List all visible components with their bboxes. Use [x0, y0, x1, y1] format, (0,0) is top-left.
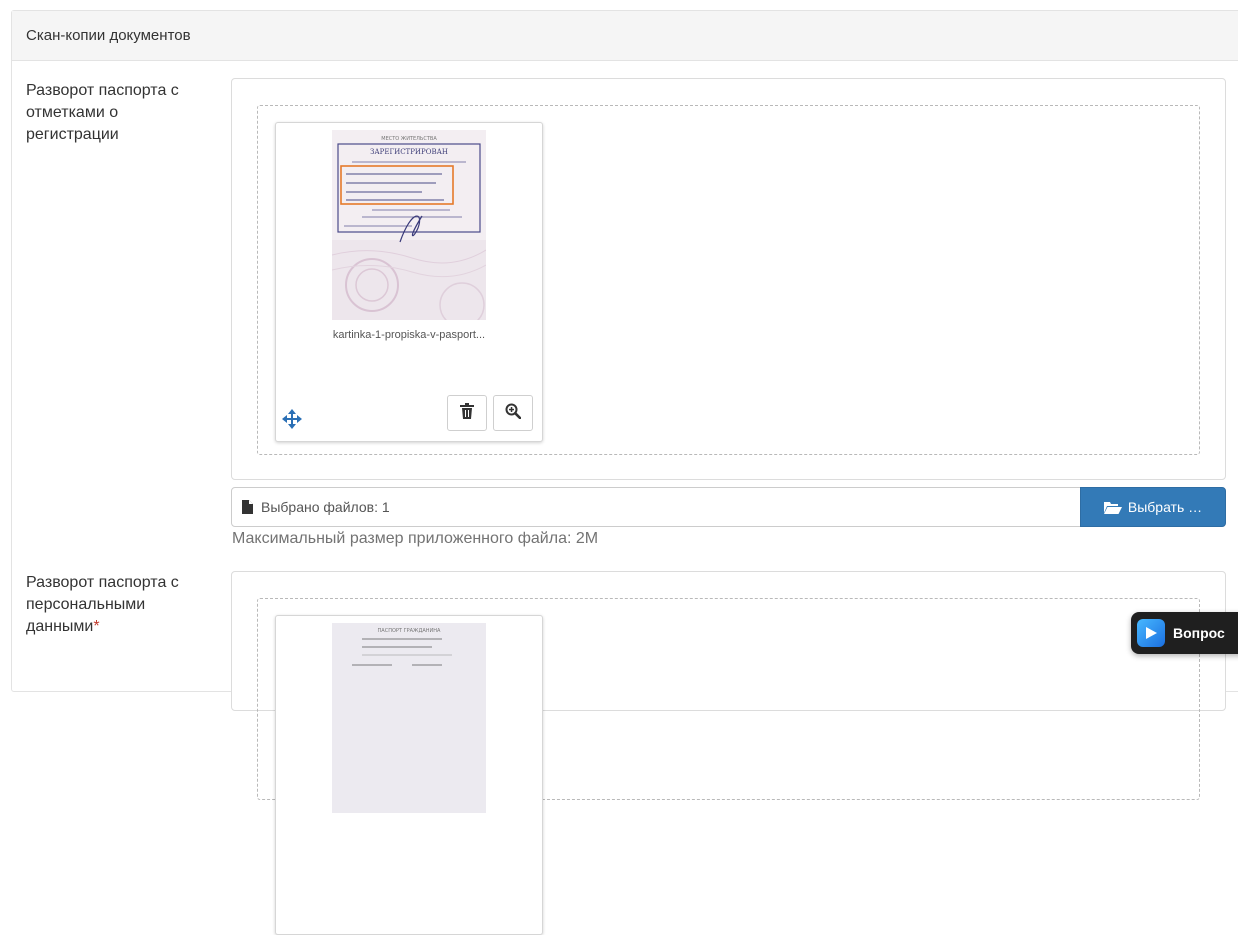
field-label-text: Разворот паспорта с персональными данным…	[26, 574, 179, 635]
file-preview-box: МЕСТО ЖИТЕЛЬСТВА ЗАРЕГИСТРИРОВАН kartink…	[231, 78, 1226, 480]
file-preview-box-2: ПАСПОРТ ГРАЖДАНИНА	[231, 571, 1226, 935]
file-thumbnail-card: МЕСТО ЖИТЕЛЬСТВА ЗАРЕГИСТРИРОВАН kartink…	[275, 122, 543, 442]
browse-button[interactable]: Выбрать …	[1080, 487, 1226, 527]
field-label-registration: Разворот паспорта с отметками о регистра…	[26, 82, 179, 143]
svg-text:ПАСПОРТ ГРАЖДАНИНА: ПАСПОРТ ГРАЖДАНИНА	[378, 628, 441, 634]
zoom-in-icon	[505, 403, 522, 424]
drop-zone[interactable]: МЕСТО ЖИТЕЛЬСТВА ЗАРЕГИСТРИРОВАН kartink…	[257, 105, 1200, 455]
file-name: kartinka-1-propiska-v-pasport...	[332, 329, 486, 341]
file-selection-caption: Выбрано файлов: 1	[242, 488, 390, 526]
svg-text:ЗАРЕГИСТРИРОВАН: ЗАРЕГИСТРИРОВАН	[370, 148, 448, 156]
browse-button-label: Выбрать …	[1127, 499, 1203, 515]
file-thumbnail-card-2: ПАСПОРТ ГРАЖДАНИНА	[275, 615, 543, 935]
required-marker: *	[93, 618, 100, 635]
chat-widget[interactable]: Вопрос	[1131, 612, 1238, 654]
zoom-file-button[interactable]	[493, 395, 533, 431]
arrows-move-icon[interactable]	[282, 409, 302, 429]
passport-registration-image[interactable]: МЕСТО ЖИТЕЛЬСТВА ЗАРЕГИСТРИРОВАН	[332, 130, 486, 320]
delete-file-button[interactable]	[447, 395, 487, 431]
files-selected-text: Выбрано файлов: 1	[261, 499, 390, 515]
panel-heading: Скан-копии документов	[12, 11, 1238, 61]
svg-text:МЕСТО ЖИТЕЛЬСТВА: МЕСТО ЖИТЕЛЬСТВА	[381, 136, 437, 142]
chat-logo-icon	[1137, 619, 1165, 647]
trash-icon	[460, 402, 474, 424]
passport-personal-data-image[interactable]: ПАСПОРТ ГРАЖДАНИНА	[332, 623, 486, 813]
folder-open-icon	[1103, 501, 1122, 514]
field-label-personal-data: Разворот паспорта с персональными данным…	[26, 572, 206, 638]
file-input-group[interactable]: Выбрано файлов: 1 Выбрать …	[231, 487, 1226, 527]
max-file-size-hint: Максимальный размер приложенного файла: …	[232, 530, 599, 547]
file-icon	[242, 500, 253, 514]
drop-zone-2[interactable]: ПАСПОРТ ГРАЖДАНИНА	[257, 598, 1200, 935]
chat-widget-label: Вопрос	[1173, 625, 1225, 641]
